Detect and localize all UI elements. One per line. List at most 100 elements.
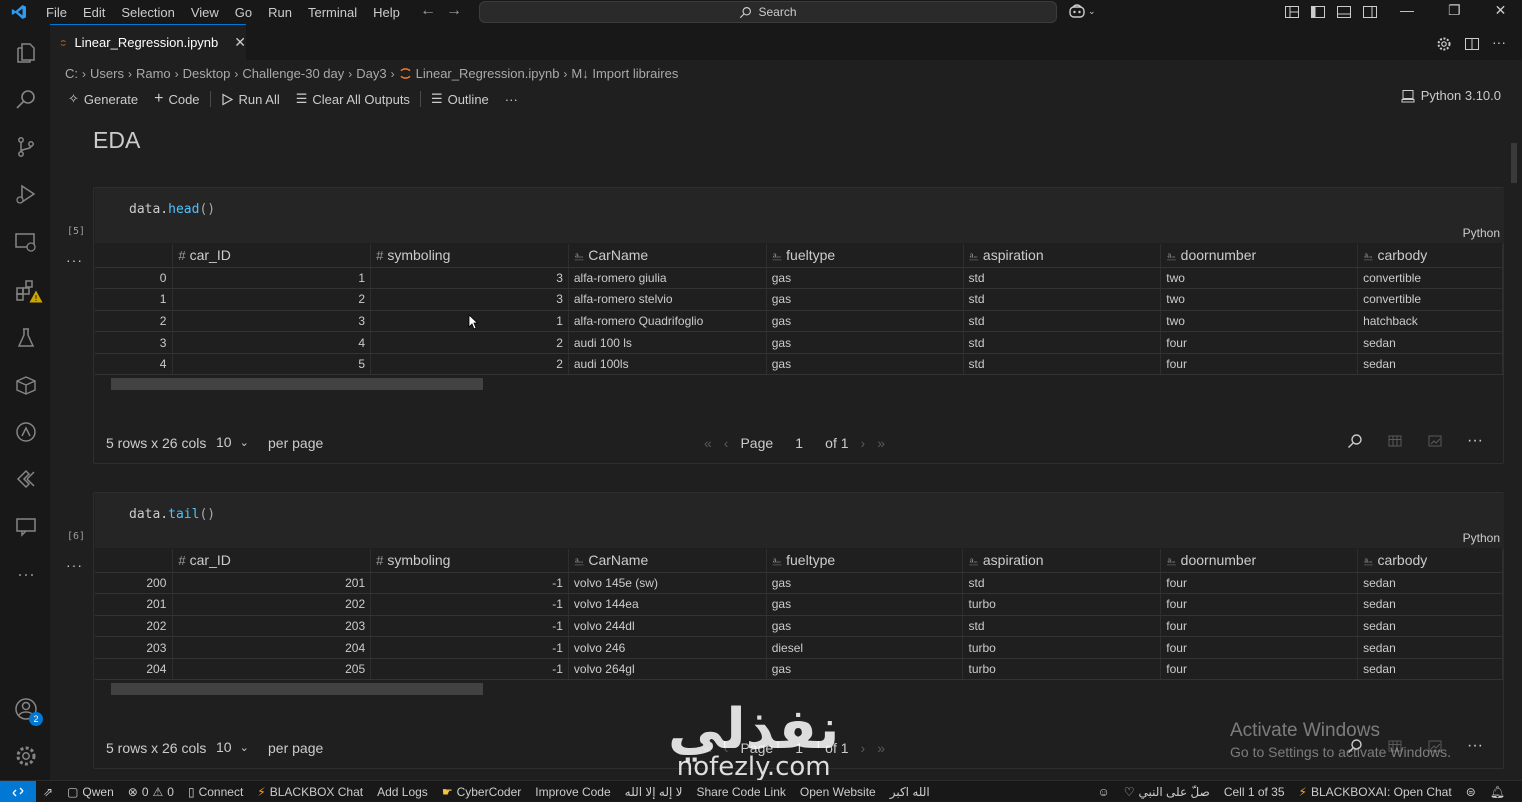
last-page-icon[interactable]: »: [877, 740, 885, 756]
table-cell[interactable]: turbo: [962, 593, 1162, 616]
outline-button[interactable]: ☰ Outline: [423, 91, 497, 107]
table-cell[interactable]: std: [963, 288, 1162, 311]
dhikr-item[interactable]: لا إله إلا الله: [618, 785, 690, 799]
table-cell[interactable]: -1: [370, 572, 569, 595]
menu-help[interactable]: Help: [365, 5, 408, 20]
run-debug-icon[interactable]: [13, 181, 39, 207]
table-cell[interactable]: gas: [766, 572, 964, 595]
accounts-icon[interactable]: 2: [13, 696, 43, 726]
breadcrumb-item[interactable]: Desktop: [183, 66, 231, 81]
table-cell[interactable]: std: [963, 331, 1162, 354]
clear-all-outputs-button[interactable]: ☰ Clear All Outputs: [288, 91, 418, 107]
add-code-button[interactable]: + Code: [146, 90, 207, 108]
column-header[interactable]: ⎁ carbody: [1357, 244, 1503, 268]
cybercoder-button[interactable]: ☛ CyberCoder: [435, 785, 528, 799]
table-cell[interactable]: 2: [370, 353, 569, 376]
tab-linear-regression[interactable]: Linear_Regression.ipynb ✕: [50, 24, 246, 60]
toggle-secondary-sidebar-icon[interactable]: [1362, 4, 1378, 20]
table-cell[interactable]: diesel: [766, 636, 964, 659]
table-cell[interactable]: four: [1160, 353, 1359, 376]
table-cell[interactable]: -1: [370, 658, 569, 681]
breadcrumb-item[interactable]: Users: [90, 66, 124, 81]
menu-edit[interactable]: Edit: [75, 5, 113, 20]
column-header[interactable]: ⎁ CarName: [568, 244, 767, 268]
horizontal-scrollbar[interactable]: [101, 378, 1501, 390]
column-header[interactable]: ⎁ fueltype: [766, 244, 964, 268]
feedback-icon[interactable]: ⊜: [1459, 785, 1483, 799]
table-cell[interactable]: volvo 144ea: [568, 593, 767, 616]
cell-position[interactable]: Cell 1 of 35: [1217, 785, 1292, 799]
settings-gear-icon[interactable]: [13, 743, 39, 769]
table-cell[interactable]: four: [1160, 331, 1359, 354]
more-views-icon[interactable]: ···: [13, 561, 39, 587]
table-cell[interactable]: alfa-romero stelvio: [568, 288, 767, 311]
column-header[interactable]: # car_ID: [172, 244, 372, 268]
breadcrumb-item[interactable]: M↓ Import libraires: [571, 66, 678, 81]
accounts-extension-icon[interactable]: [13, 419, 39, 445]
add-logs-button[interactable]: Add Logs: [370, 785, 435, 799]
column-header[interactable]: ⎁ aspiration: [963, 244, 1162, 268]
column-header[interactable]: ⎁ fueltype: [766, 549, 964, 573]
first-page-icon[interactable]: «: [704, 435, 712, 451]
table-cell[interactable]: 4: [172, 331, 372, 354]
table-cell[interactable]: std: [963, 310, 1162, 333]
horizontal-scrollbar[interactable]: [101, 683, 1501, 695]
split-editor-icon[interactable]: [1464, 36, 1480, 52]
qwen-button[interactable]: ▢ Qwen: [60, 785, 121, 799]
table-cell[interactable]: hatchback: [1357, 310, 1503, 333]
menu-run[interactable]: Run: [260, 5, 300, 20]
notebook-cell[interactable]: [5] ··· data.head() Python # car_ID # symb…: [66, 187, 1504, 464]
cell-language[interactable]: Python: [1463, 226, 1500, 240]
column-header[interactable]: ⎁ carbody: [1357, 549, 1503, 573]
table-cell[interactable]: alfa-romero Quadrifoglio: [568, 310, 767, 333]
table-cell[interactable]: gas: [766, 593, 964, 616]
more-toolbar-icon[interactable]: ···: [497, 92, 526, 107]
table-cell[interactable]: audi 100 ls: [568, 331, 767, 354]
more-options-icon[interactable]: ···: [1467, 432, 1483, 450]
breadcrumb-item[interactable]: Challenge-30 day: [242, 66, 344, 81]
next-page-icon[interactable]: ›: [861, 740, 866, 756]
table-cell[interactable]: gas: [766, 331, 964, 354]
table-cell[interactable]: std: [963, 267, 1162, 290]
dhikr-item[interactable]: ♡ صلّ على النبي: [1117, 785, 1217, 799]
copilot-status-icon[interactable]: ☺: [1090, 785, 1116, 799]
table-cell[interactable]: gas: [766, 353, 964, 376]
column-header[interactable]: # symboling: [370, 244, 569, 268]
column-header[interactable]: ⎁ doornumber: [1160, 244, 1359, 268]
table-cell[interactable]: volvo 246: [568, 636, 767, 659]
table-cell[interactable]: 203: [172, 615, 372, 638]
breadcrumb-item[interactable]: Linear_Regression.ipynb: [416, 66, 560, 81]
share-code-link-button[interactable]: Share Code Link: [690, 785, 793, 799]
minimize-icon[interactable]: —: [1400, 2, 1414, 19]
chat-icon[interactable]: [13, 514, 39, 540]
column-header[interactable]: ⎁ CarName: [568, 549, 767, 573]
table-cell[interactable]: volvo 264gl: [568, 658, 767, 681]
table-cell[interactable]: two: [1160, 288, 1359, 311]
table-cell[interactable]: -1: [370, 593, 569, 616]
table-cell[interactable]: convertible: [1357, 267, 1503, 290]
table-cell[interactable]: sedan: [1357, 353, 1503, 376]
code-editor[interactable]: data.head() Python: [95, 188, 1504, 243]
next-page-icon[interactable]: ›: [861, 435, 866, 451]
generate-button[interactable]: ✧ Generate: [60, 91, 146, 107]
blackboxai-open-chat-button[interactable]: ⚡ BLACKBOXAI: Open Chat: [1292, 785, 1459, 799]
scrollbar-thumb[interactable]: [111, 683, 483, 695]
table-cell[interactable]: 3: [172, 310, 372, 333]
chart-view-icon[interactable]: [1427, 433, 1443, 449]
prev-page-icon[interactable]: ‹: [724, 435, 729, 451]
table-cell[interactable]: sedan: [1357, 658, 1503, 681]
table-cell[interactable]: 1: [172, 267, 372, 290]
breadcrumb-item[interactable]: C:: [65, 66, 78, 81]
table-view-icon[interactable]: [1387, 433, 1403, 449]
copilot-menu[interactable]: ⌄: [1068, 3, 1096, 19]
table-cell[interactable]: std: [963, 353, 1162, 376]
column-header[interactable]: ⎁ doornumber: [1160, 549, 1359, 573]
table-cell[interactable]: alfa-romero giulia: [568, 267, 767, 290]
table-cell[interactable]: turbo: [962, 658, 1162, 681]
table-cell[interactable]: std: [962, 615, 1162, 638]
menu-go[interactable]: Go: [227, 5, 260, 20]
containers-icon[interactable]: [13, 372, 39, 398]
table-cell[interactable]: gas: [766, 658, 964, 681]
table-cell[interactable]: volvo 244dl: [568, 615, 767, 638]
explorer-icon[interactable]: [13, 40, 39, 66]
